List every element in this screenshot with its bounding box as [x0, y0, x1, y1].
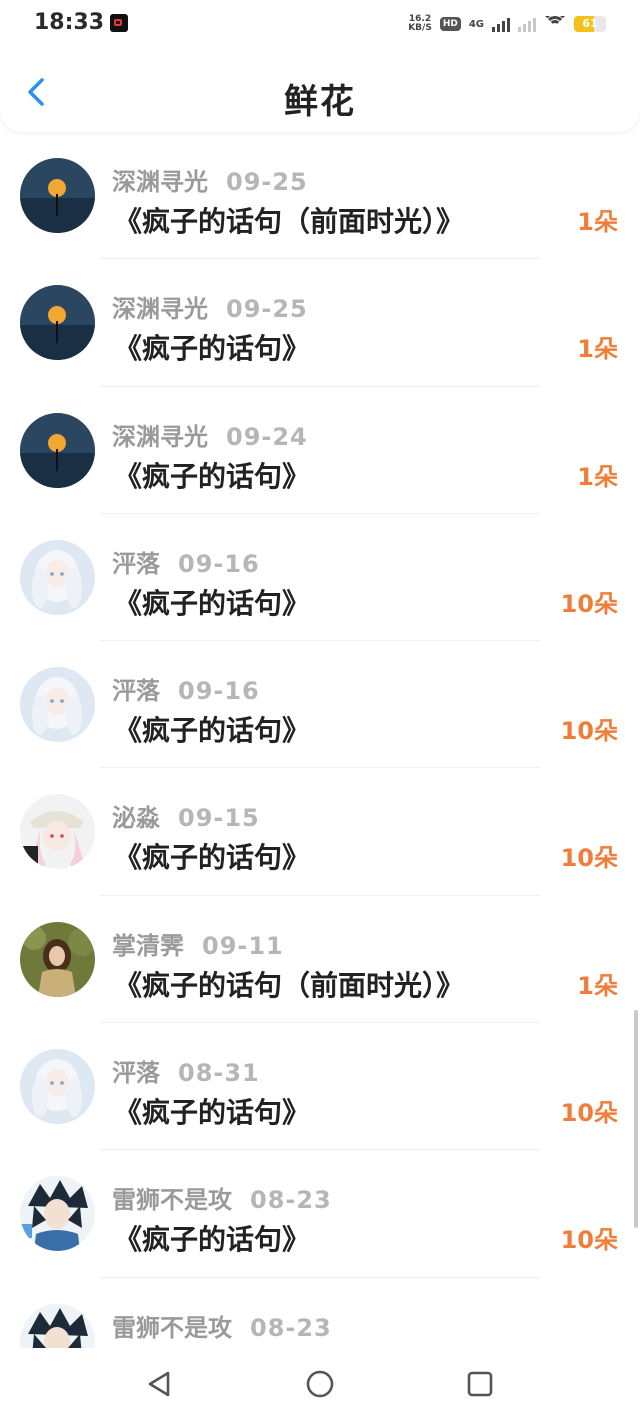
record-meta: 深渊寻光 09-24 — [112, 417, 308, 452]
work-title[interactable]: 《疯子的话句》 — [114, 709, 310, 749]
record-meta: 深渊寻光 09-25 — [112, 289, 308, 324]
record-date: 09-25 — [226, 295, 308, 324]
flower-amount: 1朵 — [577, 335, 618, 364]
record-meta: 雷狮不是攻 08-23 — [112, 1308, 332, 1343]
network-type: 4G — [468, 18, 484, 30]
work-title[interactable]: 《疯子的话句》 — [114, 455, 310, 495]
flower-amount: 10朵 — [560, 1226, 618, 1255]
record-meta: 泙落 09-16 — [112, 544, 260, 579]
status-bar: 18:33 16.2 KB/S HD 4G 61 — [0, 0, 640, 50]
hd-voice-icon: HD — [439, 17, 461, 31]
flower-amount: 10朵 — [560, 589, 618, 618]
record-date: 09-25 — [226, 168, 308, 196]
triangle-back-icon — [148, 1371, 170, 1397]
nav-back-button[interactable] — [144, 1368, 176, 1400]
flower-amount: 1朵 — [577, 208, 618, 236]
scrollbar[interactable] — [634, 1010, 638, 1228]
user-name[interactable]: 雷狮不是攻 — [112, 1186, 232, 1214]
record-date: 08-23 — [250, 1313, 332, 1342]
flower-amount: 10朵 — [560, 844, 618, 873]
list-item[interactable]: 深渊寻光 09-24 《疯子的话句》 1朵 — [0, 387, 640, 514]
list-item[interactable]: 泌淼 09-15 《疯子的话句》 10朵 — [0, 768, 640, 896]
work-title[interactable]: 《疯子的话句（前面时光）》 — [114, 200, 464, 240]
record-date: 08-31 — [178, 1059, 260, 1088]
user-name[interactable]: 深渊寻光 — [112, 423, 208, 451]
nav-recents-button[interactable] — [464, 1368, 496, 1400]
work-title[interactable]: 《疯子的话句》 — [114, 1091, 310, 1131]
network-speed-unit: KB/S — [408, 23, 432, 33]
nav-home-button[interactable] — [304, 1368, 336, 1400]
record-meta: 深渊寻光 09-25 — [112, 162, 308, 197]
circle-home-icon — [306, 1370, 334, 1398]
signal-strength-2-icon — [518, 16, 536, 32]
user-name[interactable]: 泙落 — [112, 677, 160, 705]
work-title[interactable]: 《疯子的话句》 — [114, 327, 310, 367]
record-date: 09-16 — [178, 677, 260, 706]
flower-record-list[interactable]: 深渊寻光 09-25 《疯子的话句（前面时光）》 1朵 深渊寻光 09-25 《疯子… — [0, 132, 640, 1348]
work-title[interactable]: 《疯子的话句（前面时光）》 — [114, 964, 464, 1004]
record-date: 09-15 — [178, 804, 260, 833]
avatar[interactable] — [20, 921, 95, 997]
wifi-icon — [544, 16, 566, 32]
list-item[interactable]: 深渊寻光 09-25 《疯子的话句》 1朵 — [0, 259, 640, 387]
page-title: 鲜花 — [284, 82, 356, 122]
avatar[interactable] — [20, 1303, 95, 1348]
avatar[interactable] — [20, 539, 95, 615]
list-item[interactable]: 雷狮不是攻 08-23 《疯子的话句》 10朵 — [0, 1150, 640, 1278]
work-title[interactable]: 《疯子的话句》 — [114, 836, 310, 876]
list-item[interactable]: 掌清霁 09-11 《疯子的话句（前面时光）》 1朵 — [0, 896, 640, 1024]
battery-level: 61 — [582, 17, 598, 30]
user-name[interactable]: 深渊寻光 — [112, 295, 208, 323]
list-item[interactable]: 深渊寻光 09-25 《疯子的话句（前面时光）》 1朵 — [0, 132, 640, 260]
user-name[interactable]: 泌淼 — [112, 804, 160, 832]
record-date: 08-23 — [250, 1186, 332, 1215]
avatar[interactable] — [20, 158, 95, 233]
flower-amount: 10朵 — [560, 717, 618, 746]
status-time: 18:33 — [34, 10, 105, 35]
user-name[interactable]: 深渊寻光 — [112, 168, 208, 196]
avatar[interactable] — [20, 1176, 95, 1252]
system-nav-bar — [0, 1348, 640, 1422]
network-speed: 16.2 KB/S — [408, 15, 432, 33]
list-item[interactable]: 雷狮不是攻 08-23 — [0, 1278, 640, 1348]
list-item[interactable]: 泙落 09-16 《疯子的话句》 10朵 — [0, 514, 640, 642]
flower-amount: 1朵 — [577, 462, 618, 491]
user-name[interactable]: 雷狮不是攻 — [112, 1314, 232, 1342]
user-name[interactable]: 泙落 — [112, 1059, 160, 1087]
square-recents-icon — [467, 1371, 493, 1397]
list-item[interactable]: 泙落 09-16 《疯子的话句》 10朵 — [0, 641, 640, 769]
work-title[interactable]: 《疯子的话句》 — [114, 1218, 310, 1258]
record-date: 09-24 — [226, 422, 308, 451]
record-meta: 泌淼 09-15 — [112, 798, 260, 833]
record-meta: 雷狮不是攻 08-23 — [112, 1180, 332, 1215]
work-title[interactable]: 《疯子的话句》 — [114, 582, 310, 622]
list-item[interactable]: 泙落 08-31 《疯子的话句》 10朵 — [0, 1023, 640, 1151]
flower-amount: 1朵 — [577, 971, 618, 1000]
user-name[interactable]: 掌清霁 — [112, 932, 184, 960]
avatar[interactable] — [20, 667, 95, 743]
record-meta: 掌清霁 09-11 — [112, 926, 284, 961]
top-bar: 鲜花 — [0, 50, 640, 132]
record-date: 09-16 — [178, 549, 260, 578]
record-date: 09-11 — [202, 931, 284, 960]
status-icons: 16.2 KB/S HD 4G 61 — [408, 12, 606, 36]
screen-record-icon — [110, 14, 128, 32]
avatar[interactable] — [20, 412, 95, 488]
avatar[interactable] — [20, 285, 95, 361]
avatar[interactable] — [20, 1049, 95, 1125]
flower-amount: 10朵 — [560, 1099, 618, 1128]
user-name[interactable]: 泙落 — [112, 550, 160, 578]
avatar[interactable] — [20, 794, 95, 870]
signal-strength-icon — [492, 16, 510, 32]
record-meta: 泙落 09-16 — [112, 671, 260, 706]
record-meta: 泙落 08-31 — [112, 1053, 260, 1088]
battery-icon: 61 — [574, 16, 606, 32]
